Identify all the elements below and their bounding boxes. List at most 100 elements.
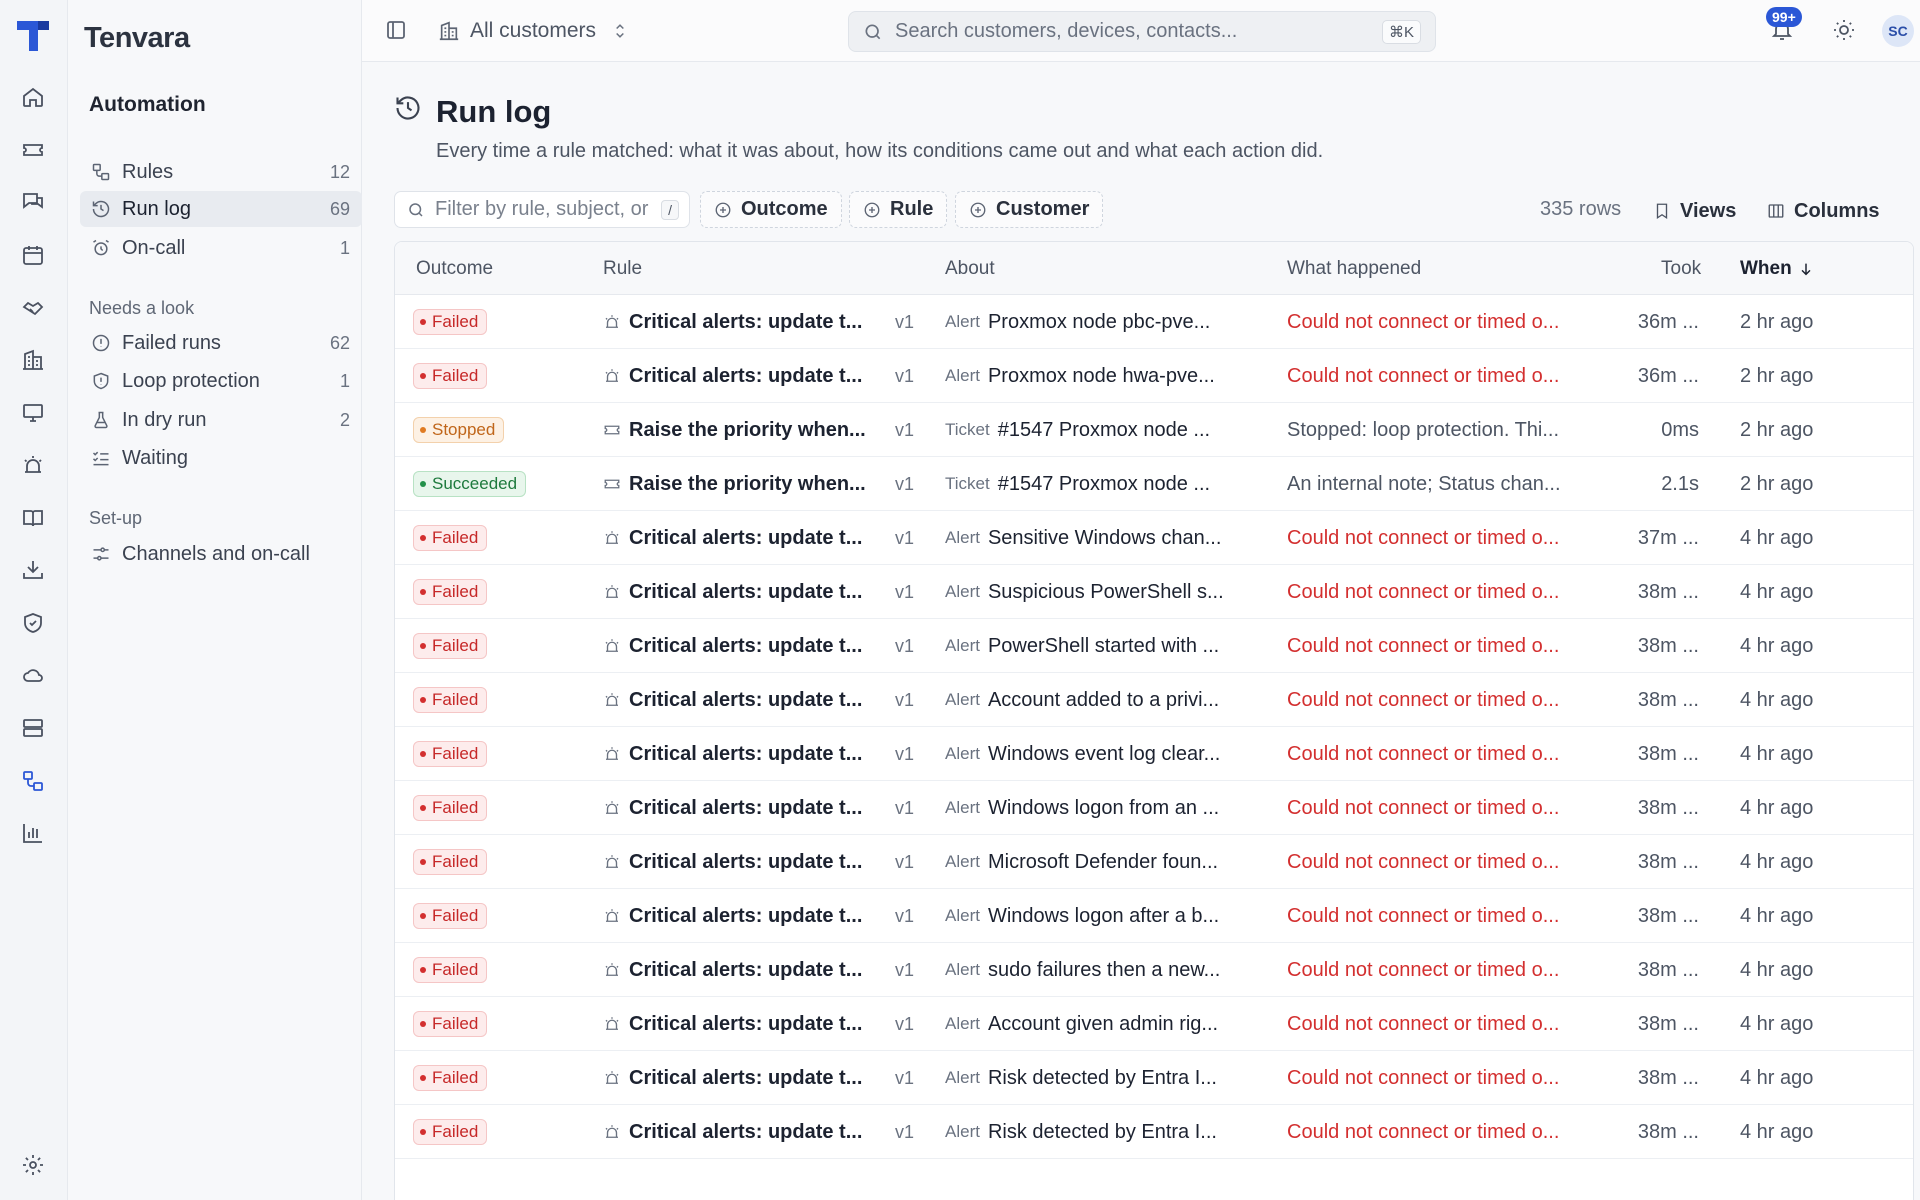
rule-cell[interactable]: Critical alerts: update t...: [603, 619, 883, 673]
table-row[interactable]: Failed Critical alerts: update t... v1 Aler…: [395, 997, 1913, 1051]
about-cell[interactable]: Alert Windows event log clear...: [945, 727, 1265, 781]
filter-chip-rule[interactable]: Rule: [849, 191, 948, 228]
about-cell[interactable]: Alert Risk detected by Entra I...: [945, 1105, 1265, 1159]
about-cell[interactable]: Ticket #1547 Proxmox node ...: [945, 403, 1265, 457]
status-badge: Failed: [413, 903, 488, 929]
table-row[interactable]: Failed Critical alerts: update t... v1 Aler…: [395, 673, 1913, 727]
table-row[interactable]: Failed Critical alerts: update t... v1 Aler…: [395, 565, 1913, 619]
monitor-icon[interactable]: [18, 398, 48, 428]
table-row[interactable]: Failed Critical alerts: update t... v1 Aler…: [395, 727, 1913, 781]
cloud-icon[interactable]: [18, 660, 48, 690]
table-row[interactable]: Failed Critical alerts: update t... v1 Aler…: [395, 889, 1913, 943]
download-tray-icon[interactable]: [18, 555, 48, 585]
sidebar-item-failed-runs[interactable]: Failed runs 62: [80, 325, 362, 361]
settings-gear-icon[interactable]: [18, 1150, 48, 1180]
table-row[interactable]: Failed Critical alerts: update t... v1 Aler…: [395, 835, 1913, 889]
outcome-cell: Failed: [413, 781, 583, 835]
rule-cell[interactable]: Critical alerts: update t...: [603, 511, 883, 565]
rule-cell[interactable]: Critical alerts: update t...: [603, 673, 883, 727]
about-cell[interactable]: Alert Account added to a privi...: [945, 673, 1265, 727]
rule-version: v1: [895, 959, 915, 980]
about-cell[interactable]: Alert PowerShell started with ...: [945, 619, 1265, 673]
sidebar-item-run-log[interactable]: Run log 69: [80, 191, 362, 227]
server-icon[interactable]: [18, 713, 48, 743]
sidebar-item-count: 12: [329, 161, 350, 182]
rule-cell[interactable]: Critical alerts: update t...: [603, 349, 883, 403]
column-header-what-happened[interactable]: What happened: [1287, 258, 1421, 280]
table-row[interactable]: Stopped Raise the priority when... v1 Ticke…: [395, 403, 1913, 457]
home-icon[interactable]: [18, 82, 48, 112]
column-header-when[interactable]: When: [1740, 258, 1814, 280]
chat-icon[interactable]: [18, 187, 48, 217]
tenvara-logo-icon[interactable]: [15, 17, 51, 53]
sidebar-item-channels-and-on-call[interactable]: Channels and on-call: [80, 536, 362, 572]
table-row[interactable]: Failed Critical alerts: update t... v1 Aler…: [395, 1105, 1913, 1159]
user-avatar[interactable]: SC: [1882, 15, 1914, 47]
columns-button[interactable]: Columns: [1767, 196, 1880, 226]
table-row[interactable]: Failed Critical alerts: update t... v1 Aler…: [395, 511, 1913, 565]
took-cell: 38m ...: [1637, 742, 1699, 765]
sidebar-item-in-dry-run[interactable]: In dry run 2: [80, 402, 362, 438]
sidebar-item-waiting[interactable]: Waiting: [80, 440, 362, 476]
automation-icon[interactable]: [18, 766, 48, 796]
rule-cell[interactable]: Critical alerts: update t...: [603, 1051, 883, 1105]
filter-input[interactable]: Filter by rule, subject, or /: [394, 191, 690, 228]
rule-cell[interactable]: Critical alerts: update t...: [603, 835, 883, 889]
column-header-took[interactable]: Took: [1661, 258, 1701, 280]
table-header: Outcome Rule About What happened Took Wh…: [395, 242, 1913, 295]
about-cell[interactable]: Alert Windows logon from an ...: [945, 781, 1265, 835]
customer-scope-selector[interactable]: All customers: [438, 16, 630, 46]
column-header-about[interactable]: About: [945, 258, 995, 280]
column-header-outcome[interactable]: Outcome: [416, 258, 493, 280]
filter-chip-customer[interactable]: Customer: [955, 191, 1104, 228]
rule-cell[interactable]: Critical alerts: update t...: [603, 565, 883, 619]
rule-cell[interactable]: Critical alerts: update t...: [603, 889, 883, 943]
table-row[interactable]: Failed Critical alerts: update t... v1 Aler…: [395, 781, 1913, 835]
siren-icon[interactable]: [18, 450, 48, 480]
about-cell[interactable]: Alert Risk detected by Entra I...: [945, 1051, 1265, 1105]
sidebar-item-on-call[interactable]: On-call 1: [80, 230, 362, 266]
calendar-icon[interactable]: [18, 240, 48, 270]
column-header-rule[interactable]: Rule: [603, 258, 642, 280]
took-cell: 36m ...: [1637, 364, 1699, 387]
filter-chip-outcome[interactable]: Outcome: [700, 191, 842, 228]
about-cell[interactable]: Alert Suspicious PowerShell s...: [945, 565, 1265, 619]
shield-icon[interactable]: [18, 608, 48, 638]
sidebar-item-rules[interactable]: Rules 12: [80, 154, 362, 190]
table-row[interactable]: Failed Critical alerts: update t... v1 Aler…: [395, 943, 1913, 997]
table-row[interactable]: Failed Critical alerts: update t... v1 Aler…: [395, 619, 1913, 673]
theme-toggle-sun-icon[interactable]: [1832, 18, 1858, 44]
building-icon[interactable]: [18, 345, 48, 375]
rule-cell[interactable]: Critical alerts: update t...: [603, 781, 883, 835]
about-cell[interactable]: Ticket #1547 Proxmox node ...: [945, 457, 1265, 511]
status-badge: Failed: [413, 633, 488, 659]
about-cell[interactable]: Alert Proxmox node hwa-pve...: [945, 349, 1265, 403]
about-cell[interactable]: Alert Microsoft Defender foun...: [945, 835, 1265, 889]
sidebar-item-loop-protection[interactable]: Loop protection 1: [80, 363, 362, 399]
rule-cell[interactable]: Critical alerts: update t...: [603, 295, 883, 349]
global-search-input[interactable]: Search customers, devices, contacts... ⌘…: [848, 11, 1436, 52]
rule-cell[interactable]: Raise the priority when...: [603, 457, 883, 511]
table-row[interactable]: Failed Critical alerts: update t... v1 Aler…: [395, 1051, 1913, 1105]
took-cell: 38m ...: [1637, 850, 1699, 873]
about-cell[interactable]: Alert Account given admin rig...: [945, 997, 1265, 1051]
views-button[interactable]: Views: [1653, 196, 1736, 226]
about-cell[interactable]: Alert Proxmox node pbc-pve...: [945, 295, 1265, 349]
rule-version: v1: [895, 905, 915, 926]
rule-cell[interactable]: Critical alerts: update t...: [603, 727, 883, 781]
about-cell[interactable]: Alert sudo failures then a new...: [945, 943, 1265, 997]
bar-chart-icon[interactable]: [18, 818, 48, 848]
rule-cell[interactable]: Critical alerts: update t...: [603, 997, 883, 1051]
ticket-icon[interactable]: [18, 135, 48, 165]
sidebar-toggle-icon[interactable]: [384, 18, 410, 44]
table-row[interactable]: Failed Critical alerts: update t... v1 Aler…: [395, 295, 1913, 349]
about-cell[interactable]: Alert Windows logon after a b...: [945, 889, 1265, 943]
about-cell[interactable]: Alert Sensitive Windows chan...: [945, 511, 1265, 565]
rule-cell[interactable]: Critical alerts: update t...: [603, 943, 883, 997]
rule-cell[interactable]: Critical alerts: update t...: [603, 1105, 883, 1159]
book-icon[interactable]: [18, 503, 48, 533]
table-row[interactable]: Failed Critical alerts: update t... v1 Aler…: [395, 349, 1913, 403]
table-row[interactable]: Succeeded Raise the priority when... v1 Tic…: [395, 457, 1913, 511]
rule-cell[interactable]: Raise the priority when...: [603, 403, 883, 457]
handshake-icon[interactable]: [18, 292, 48, 322]
